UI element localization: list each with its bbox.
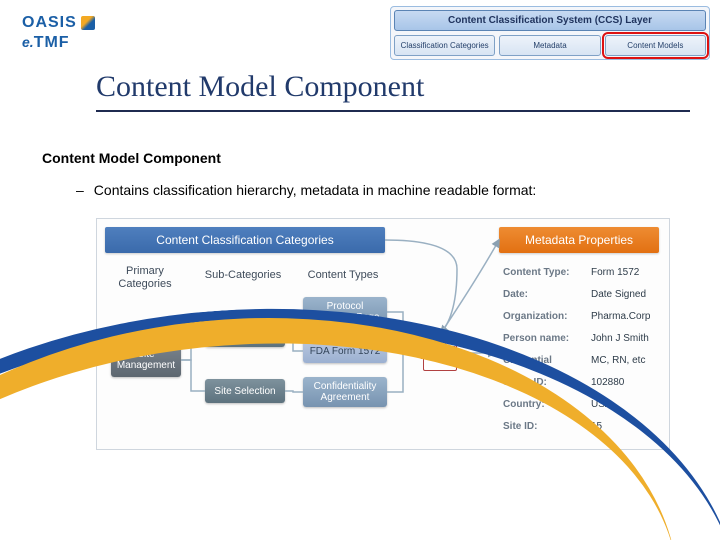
page-title: Content Model Component xyxy=(96,70,690,112)
oasis-logo: OASIS xyxy=(22,14,95,32)
col-sub: Sub-Categories xyxy=(201,269,285,282)
meta-value-0: Form 1572 xyxy=(591,267,639,278)
col-primary: Primary Categories xyxy=(115,265,175,290)
meta-label-0: Content Type: xyxy=(503,267,569,278)
col-types: Content Types xyxy=(303,269,383,282)
page-title-wrap: Content Model Component xyxy=(0,70,720,112)
etmf-logo: e.TMF xyxy=(22,34,95,52)
bar-metadata: Metadata Properties xyxy=(499,227,659,253)
ccs-title: Content Classification System (CCS) Laye… xyxy=(394,10,706,31)
bullet-text: Contains classification hierarchy, metad… xyxy=(94,182,537,198)
subheading: Content Model Component xyxy=(42,150,678,166)
ccs-cell-content-models: Content Models xyxy=(605,35,706,56)
meta-value-4: MC, RN, etc xyxy=(591,355,645,366)
ccs-layer: Content Classification System (CCS) Laye… xyxy=(390,6,710,60)
ccs-row: Classification Categories Metadata Conte… xyxy=(394,35,706,56)
bar-classification: Content Classification Categories xyxy=(105,227,385,253)
bullet-item: Contains classification hierarchy, metad… xyxy=(76,182,678,198)
meta-value-2: Pharma.Corp xyxy=(591,311,650,322)
meta-value-5: 102880 xyxy=(591,377,624,388)
meta-value-3: John J Smith xyxy=(591,333,649,344)
meta-label-1: Date: xyxy=(503,289,528,300)
etmf-e: e. xyxy=(22,34,34,50)
meta-label-2: Organization: xyxy=(503,311,567,322)
body-area: Content Model Component Contains classif… xyxy=(42,150,678,198)
ccs-cell-metadata: Metadata xyxy=(499,35,600,56)
ccs-cell-classification: Classification Categories xyxy=(394,35,495,56)
meta-label-3: Person name: xyxy=(503,333,569,344)
oasis-badge-icon xyxy=(81,16,95,30)
oasis-text: OASIS xyxy=(22,14,77,32)
meta-value-1: Date Signed xyxy=(591,289,646,300)
etmf-tmf: TMF xyxy=(34,34,70,51)
logo-area: OASIS e.TMF xyxy=(22,14,95,52)
